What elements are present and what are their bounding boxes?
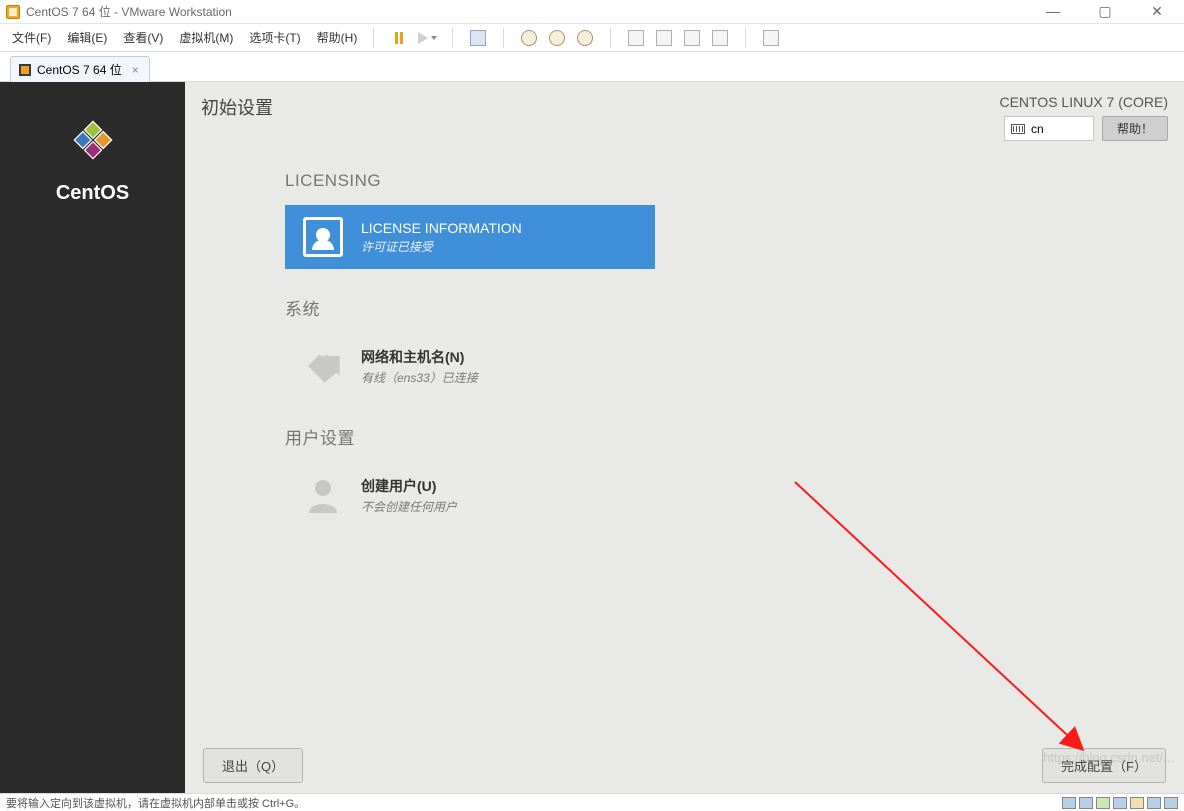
toolbar-power-dropdown[interactable] (416, 27, 438, 49)
menu-help[interactable]: 帮助(H) (311, 26, 364, 49)
license-icon (303, 217, 343, 257)
tile-subtitle: 不会创建任何用户 (361, 498, 457, 515)
fit-icon (628, 30, 644, 46)
status-device-icon[interactable] (1147, 797, 1161, 809)
quit-button[interactable]: 退出（Q） (203, 748, 303, 783)
centos-logo-icon (63, 110, 123, 170)
tile-subtitle: 许可证已接受 (361, 238, 522, 255)
guest-main: 初始设置 CENTOS LINUX 7 (CORE) cn 帮助！ LICENS… (185, 82, 1184, 793)
menu-tabs[interactable]: 选项卡(T) (243, 26, 306, 49)
menu-edit[interactable]: 编辑(E) (61, 26, 113, 49)
toolbar-unity-button[interactable] (653, 27, 675, 49)
toolbar-fit-guest-button[interactable] (625, 27, 647, 49)
library-icon (763, 30, 779, 46)
section-head-users: 用户设置 (285, 424, 1184, 449)
window-title: CentOS 7 64 位 - VMware Workstation (26, 3, 232, 20)
send-keys-icon (470, 30, 486, 46)
separator (373, 28, 374, 48)
tile-title: 创建用户(U) (361, 476, 457, 496)
toolbar-send-ctrl-alt-del-button[interactable] (467, 27, 489, 49)
user-icon (303, 475, 343, 515)
toolbar-snapshot-take-button[interactable] (518, 27, 540, 49)
tile-subtitle: 有线（ens33）已连接 (361, 369, 478, 386)
guest-sidebar: CentOS (0, 82, 185, 793)
tab-close-button[interactable]: × (132, 63, 139, 77)
toolbar-snapshot-manager-button[interactable] (574, 27, 596, 49)
toolbar-fullscreen-button[interactable] (681, 27, 703, 49)
tab-label: CentOS 7 64 位 (37, 61, 122, 78)
status-device-icon[interactable] (1113, 797, 1127, 809)
keyboard-icon (1011, 124, 1025, 134)
statusbar-hint: 要将输入定向到该虚拟机，请在虚拟机内部单击或按 Ctrl+G。 (6, 795, 305, 811)
menubar: 文件(F) 编辑(E) 查看(V) 虚拟机(M) 选项卡(T) 帮助(H) (0, 24, 1184, 52)
distro-label: CENTOS LINUX 7 (CORE) (999, 94, 1168, 110)
vmware-icon (6, 5, 20, 19)
statusbar: 要将输入定向到该虚拟机，请在虚拟机内部单击或按 Ctrl+G。 (0, 793, 1184, 811)
vm-viewport[interactable]: CentOS 初始设置 CENTOS LINUX 7 (CORE) cn 帮助！ (0, 82, 1184, 793)
window-maximize-button[interactable]: ▢ (1090, 2, 1120, 22)
snapshot-revert-icon (549, 30, 565, 46)
section-head-licensing: LICENSING (285, 171, 1184, 191)
tile-title: LICENSE INFORMATION (361, 220, 522, 236)
tab-centos[interactable]: CentOS 7 64 位 × (10, 56, 150, 82)
network-icon (303, 346, 343, 386)
status-device-icon[interactable] (1062, 797, 1076, 809)
seamless-icon (712, 30, 728, 46)
separator (503, 28, 504, 48)
keyboard-layout-label: cn (1031, 122, 1044, 136)
toolbar-pause-button[interactable] (388, 27, 410, 49)
help-button[interactable]: 帮助！ (1102, 116, 1168, 141)
menu-file[interactable]: 文件(F) (6, 26, 57, 49)
finish-config-button[interactable]: 完成配置（F） (1042, 748, 1166, 783)
toolbar-seamless-button[interactable] (709, 27, 731, 49)
separator (610, 28, 611, 48)
tabs-row: CentOS 7 64 位 × (0, 52, 1184, 82)
vm-tab-icon (19, 64, 31, 76)
separator (745, 28, 746, 48)
page-title: 初始设置 (201, 94, 273, 120)
keyboard-layout-indicator[interactable]: cn (1004, 116, 1094, 141)
toolbar-library-button[interactable] (760, 27, 782, 49)
centos-brand-text: CentOS (56, 182, 129, 205)
menu-view[interactable]: 查看(V) (117, 26, 169, 49)
tile-title: 网络和主机名(N) (361, 347, 478, 367)
separator (452, 28, 453, 48)
unity-icon (656, 30, 672, 46)
status-device-icon[interactable] (1164, 797, 1178, 809)
snapshot-manager-icon (577, 30, 593, 46)
tile-create-user[interactable]: 创建用户(U) 不会创建任何用户 (285, 463, 655, 527)
toolbar-snapshot-revert-button[interactable] (546, 27, 568, 49)
status-device-icon[interactable] (1096, 797, 1110, 809)
fullscreen-icon (684, 30, 700, 46)
snapshot-icon (521, 30, 537, 46)
status-device-icon[interactable] (1079, 797, 1093, 809)
window-close-button[interactable]: ✕ (1142, 2, 1172, 22)
tile-license-information[interactable]: LICENSE INFORMATION 许可证已接受 (285, 205, 655, 269)
menu-vm[interactable]: 虚拟机(M) (173, 26, 239, 49)
tile-network-hostname[interactable]: 网络和主机名(N) 有线（ens33）已连接 (285, 334, 655, 398)
section-head-system: 系统 (285, 295, 1184, 320)
status-device-icon[interactable] (1130, 797, 1144, 809)
window-minimize-button[interactable]: — (1038, 2, 1068, 22)
window-titlebar: CentOS 7 64 位 - VMware Workstation — ▢ ✕ (0, 0, 1184, 24)
